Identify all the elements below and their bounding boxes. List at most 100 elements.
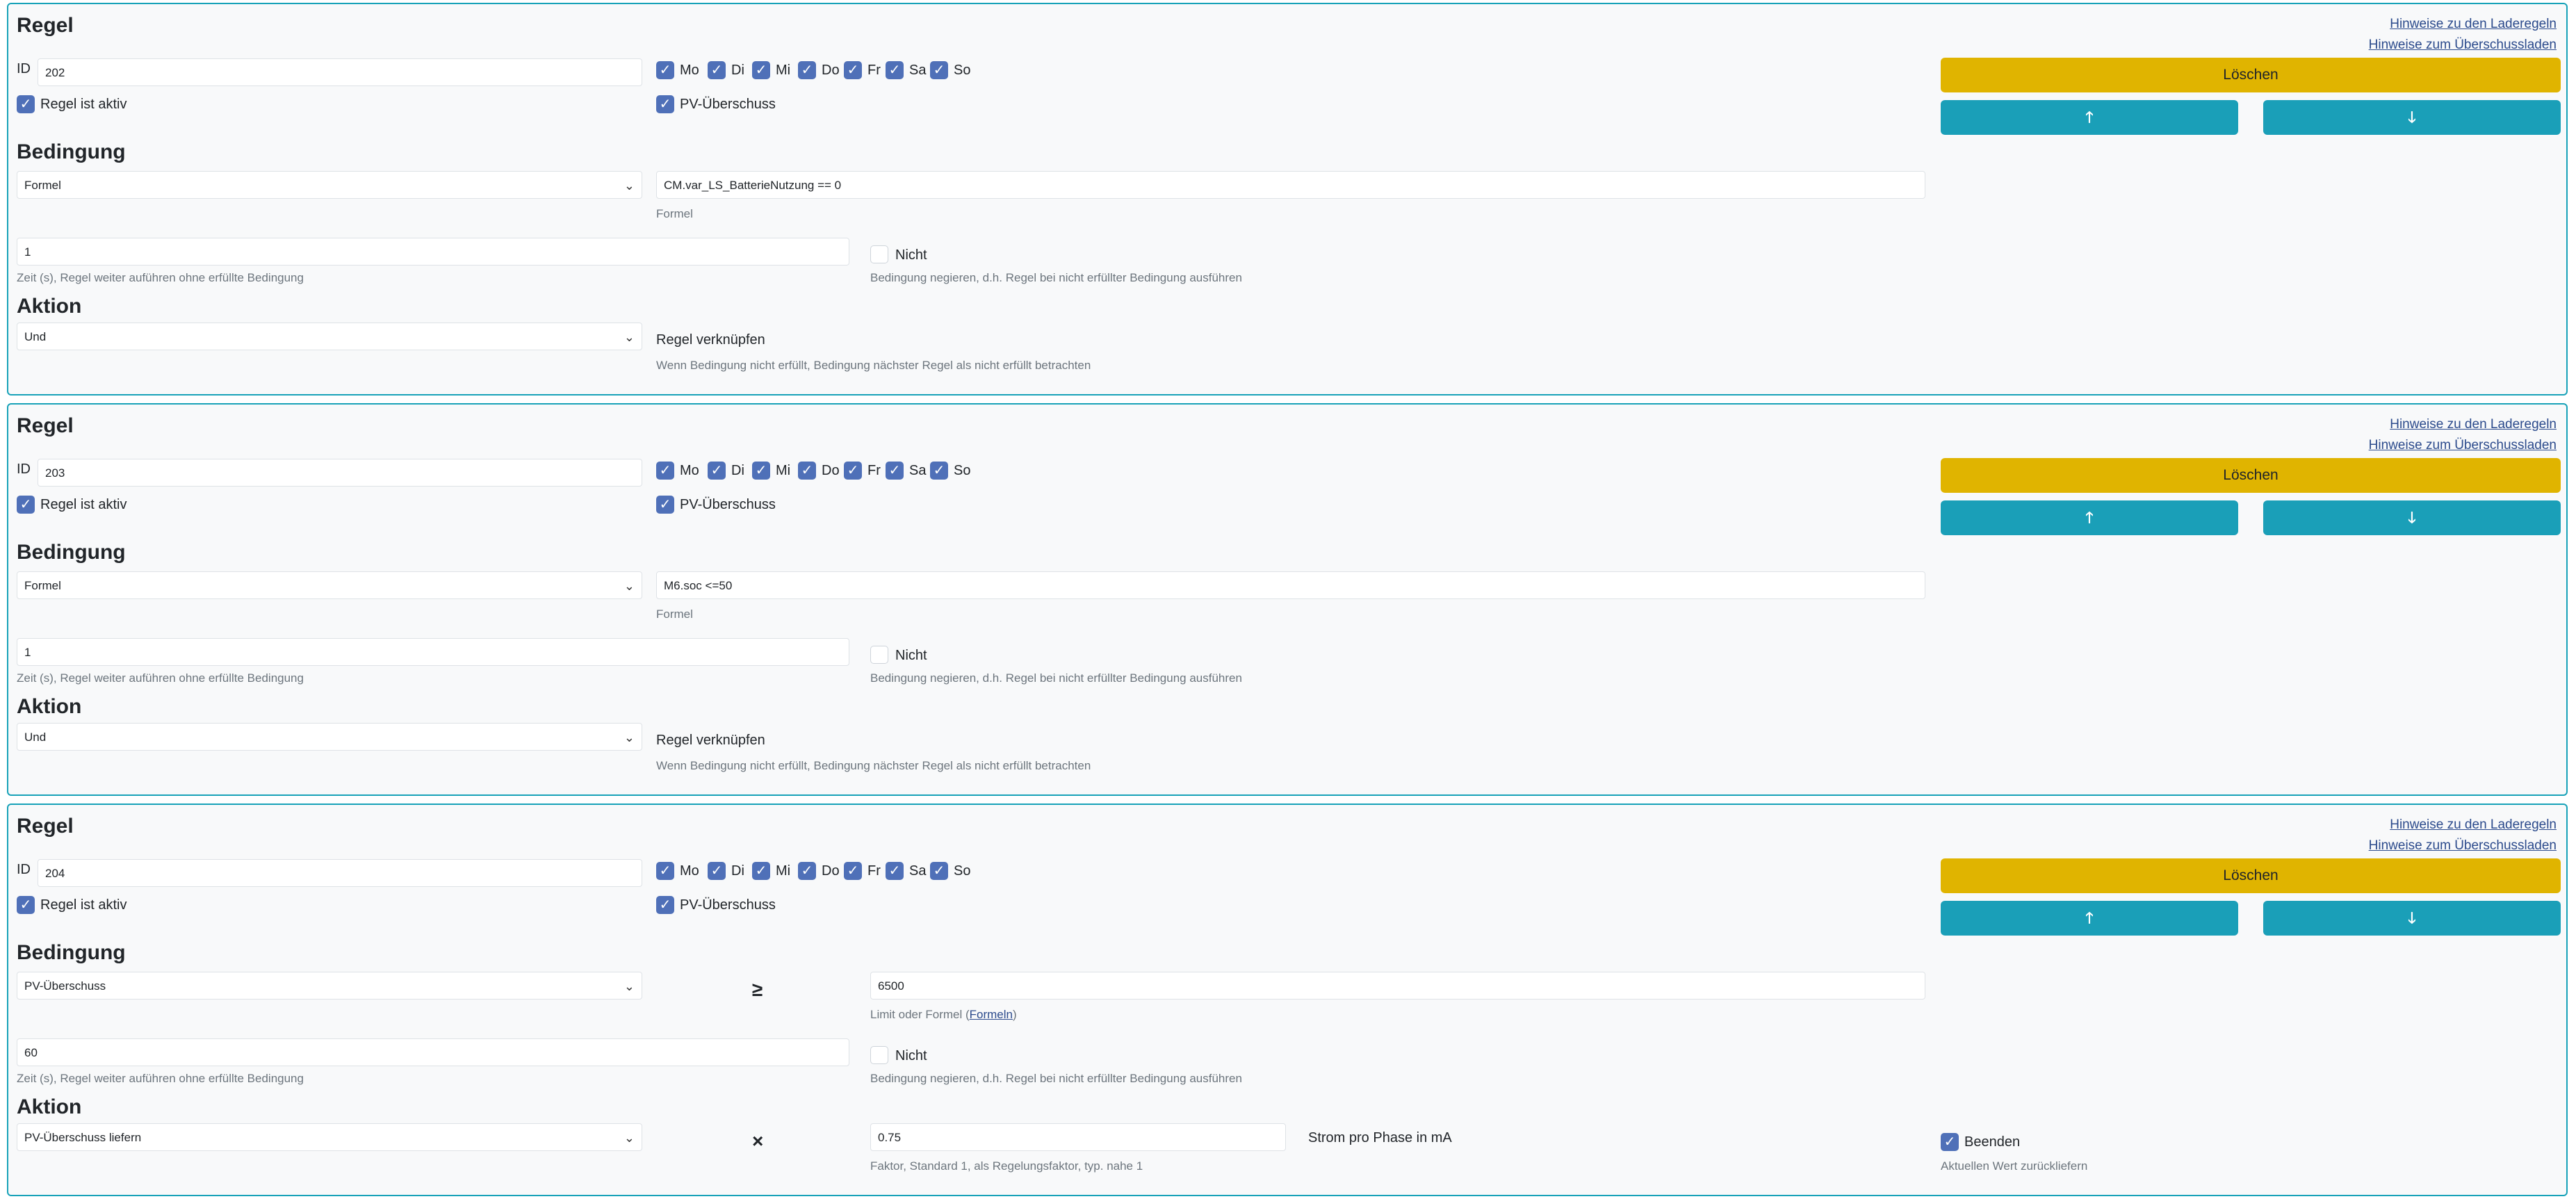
arrow-down-icon: 🡓 [2408, 909, 2416, 927]
checkbox-do[interactable]: ✓ [798, 61, 816, 79]
move-up-button[interactable]: 🡑 [1941, 500, 2238, 535]
checkbox-so[interactable]: ✓ [930, 61, 948, 79]
not-help: Bedingung negieren, d.h. Regel bei nicht… [870, 1072, 1242, 1085]
action-select[interactable]: Und ⌄ [17, 323, 642, 350]
checkbox-fr[interactable]: ✓ [844, 462, 862, 480]
day-label-do: Do [822, 863, 840, 879]
day-label-so: So [954, 463, 971, 478]
chevron-down-icon: ⌄ [623, 579, 635, 593]
condition-select[interactable]: Formel ⌄ [17, 571, 642, 599]
active-checkbox[interactable]: ✓ [17, 95, 35, 113]
pv-checkbox[interactable]: ✓ [656, 95, 674, 113]
condition-select[interactable]: Formel ⌄ [17, 171, 642, 199]
arrow-down-icon: 🡓 [2408, 509, 2416, 526]
time-input[interactable]: 1 [17, 638, 849, 666]
not-help: Bedingung negieren, d.h. Regel bei nicht… [870, 271, 1242, 284]
not-checkbox[interactable] [870, 646, 888, 664]
not-checkbox[interactable] [870, 1046, 888, 1064]
pv-label: PV-Überschuss [680, 497, 776, 512]
not-label: Nicht [895, 648, 927, 663]
active-checkbox[interactable]: ✓ [17, 896, 35, 914]
checkbox-di[interactable]: ✓ [708, 61, 726, 79]
day-label-di: Di [731, 463, 744, 478]
time-help: Zeit (s), Regel weiter auführen ohne erf… [17, 271, 304, 284]
id-label: ID [17, 462, 31, 477]
card-title: Regel [17, 414, 74, 437]
time-input[interactable]: 60 [17, 1038, 849, 1066]
move-up-button[interactable]: 🡑 [1941, 901, 2238, 936]
checkbox-mi[interactable]: ✓ [752, 862, 770, 880]
action-select[interactable]: PV-Überschuss liefern ⌄ [17, 1123, 642, 1151]
move-up-button[interactable]: 🡑 [1941, 100, 2238, 135]
time-input[interactable]: 1 [17, 238, 849, 266]
pv-checkbox[interactable]: ✓ [656, 496, 674, 514]
link-ueberschussladen[interactable]: Hinweise zum Überschussladen [2369, 438, 2557, 453]
checkbox-mi[interactable]: ✓ [752, 61, 770, 79]
action-select[interactable]: Und ⌄ [17, 723, 642, 751]
chevron-down-icon: ⌄ [623, 179, 635, 193]
checkbox-do[interactable]: ✓ [798, 462, 816, 480]
rule-card-203: Regel Hinweise zu den Laderegeln Hinweis… [7, 403, 2568, 796]
time-help: Zeit (s), Regel weiter auführen ohne erf… [17, 1072, 304, 1085]
limit-help: Limit oder Formel (Formeln) [870, 1008, 1017, 1021]
operator-label: ≥ [752, 979, 763, 1000]
aktion-title: Aktion [17, 1095, 82, 1118]
move-down-button[interactable]: 🡓 [2263, 500, 2561, 535]
time-help: Zeit (s), Regel weiter auführen ohne erf… [17, 671, 304, 685]
link-laderegeln[interactable]: Hinweise zu den Laderegeln [2390, 817, 2557, 833]
day-label-do: Do [822, 463, 840, 478]
formula-input[interactable]: M6.soc <=50 [656, 571, 1925, 599]
not-label: Nicht [895, 247, 927, 263]
checkbox-so[interactable]: ✓ [930, 862, 948, 880]
aktion-title: Aktion [17, 295, 82, 318]
checkbox-di[interactable]: ✓ [708, 862, 726, 880]
link-laderegeln[interactable]: Hinweise zu den Laderegeln [2390, 417, 2557, 432]
checkbox-di[interactable]: ✓ [708, 462, 726, 480]
id-input[interactable]: 204 [38, 859, 642, 887]
formula-help: Formel [656, 607, 693, 621]
chevron-down-icon: ⌄ [623, 731, 635, 744]
checkbox-mo[interactable]: ✓ [656, 462, 674, 480]
delete-button[interactable]: Löschen [1941, 458, 2561, 493]
arrow-down-icon: 🡓 [2408, 108, 2416, 126]
day-label-di: Di [731, 63, 744, 78]
chevron-down-icon: ⌄ [623, 1131, 635, 1145]
link-ueberschussladen[interactable]: Hinweise zum Überschussladen [2369, 838, 2557, 854]
id-input[interactable]: 203 [38, 459, 642, 487]
link-rule-label: Regel verknüpfen [656, 733, 765, 748]
arrow-up-icon: 🡑 [2085, 909, 2094, 927]
checkbox-so[interactable]: ✓ [930, 462, 948, 480]
move-down-button[interactable]: 🡓 [2263, 901, 2561, 936]
pv-checkbox[interactable]: ✓ [656, 896, 674, 914]
checkbox-fr[interactable]: ✓ [844, 862, 862, 880]
checkbox-do[interactable]: ✓ [798, 862, 816, 880]
checkbox-sa[interactable]: ✓ [886, 862, 904, 880]
formeln-link[interactable]: Formeln [970, 1008, 1013, 1021]
checkbox-mi[interactable]: ✓ [752, 462, 770, 480]
limit-input[interactable]: 6500 [870, 972, 1925, 1000]
move-down-button[interactable]: 🡓 [2263, 100, 2561, 135]
beenden-help: Aktuellen Wert zurückliefern [1941, 1159, 2088, 1173]
not-checkbox[interactable] [870, 245, 888, 263]
id-input[interactable]: 202 [38, 58, 642, 86]
link-ueberschussladen[interactable]: Hinweise zum Überschussladen [2369, 38, 2557, 53]
checkbox-mo[interactable]: ✓ [656, 61, 674, 79]
checkbox-sa[interactable]: ✓ [886, 61, 904, 79]
day-label-mi: Mi [776, 63, 791, 78]
day-label-do: Do [822, 63, 840, 78]
formula-input[interactable]: CM.var_LS_BatterieNutzung == 0 [656, 171, 1925, 199]
delete-button[interactable]: Löschen [1941, 858, 2561, 893]
delete-button[interactable]: Löschen [1941, 58, 2561, 92]
day-label-mo: Mo [680, 863, 699, 879]
checkbox-fr[interactable]: ✓ [844, 61, 862, 79]
checkbox-sa[interactable]: ✓ [886, 462, 904, 480]
checkbox-mo[interactable]: ✓ [656, 862, 674, 880]
not-help: Bedingung negieren, d.h. Regel bei nicht… [870, 671, 1242, 685]
factor-input[interactable]: 0.75 [870, 1123, 1286, 1151]
day-label-mi: Mi [776, 863, 791, 879]
active-checkbox[interactable]: ✓ [17, 496, 35, 514]
beenden-label: Beenden [1964, 1134, 2021, 1150]
beenden-checkbox[interactable]: ✓ [1941, 1133, 1959, 1151]
link-laderegeln[interactable]: Hinweise zu den Laderegeln [2390, 17, 2557, 32]
condition-select[interactable]: PV-Überschuss ⌄ [17, 972, 642, 1000]
